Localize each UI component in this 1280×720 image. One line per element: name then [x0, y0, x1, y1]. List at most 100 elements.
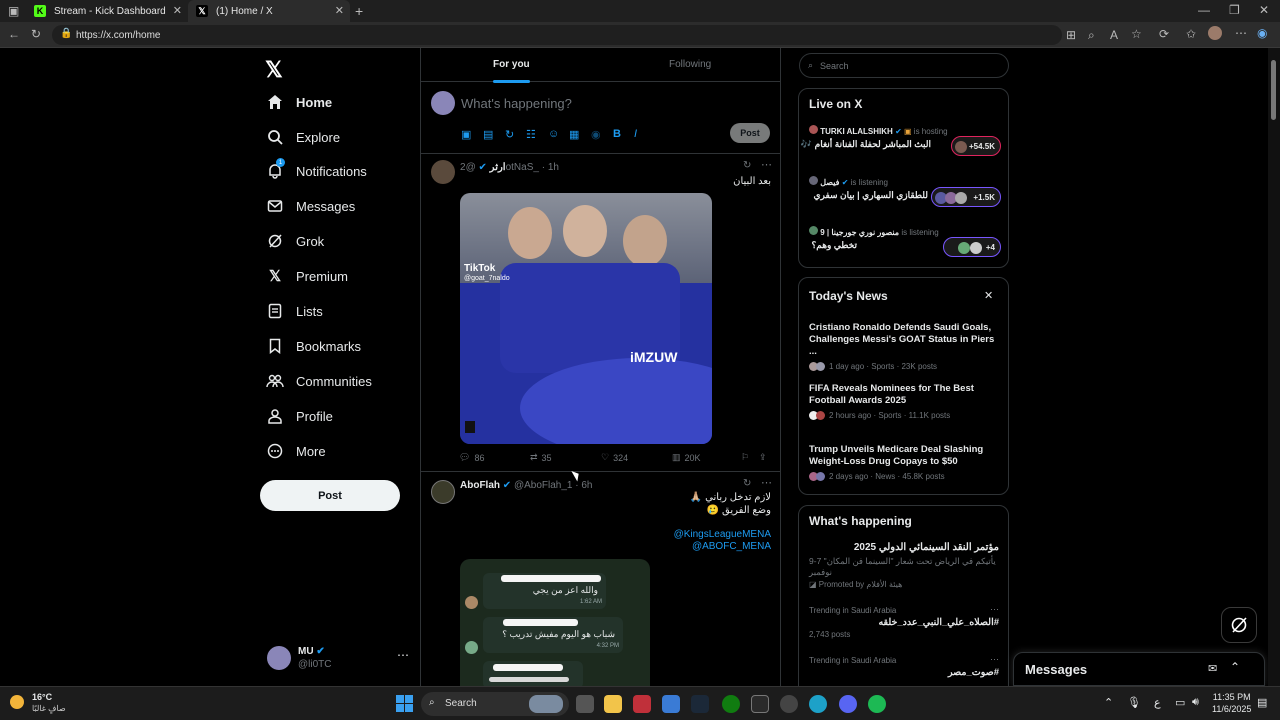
grok-floating-button[interactable] — [1221, 607, 1257, 643]
clock[interactable]: 11:35 PM 11/6/2025 — [1212, 691, 1251, 715]
nav-item-messages[interactable]: Messages — [266, 193, 355, 219]
account-more-icon[interactable]: ⋯ — [397, 648, 409, 662]
like-button[interactable]: ♡ 324 — [601, 452, 628, 463]
grok-icon[interactable]: ↻ — [743, 160, 751, 171]
volume-icon[interactable]: 🔊︎ — [1192, 696, 1199, 709]
trend-item[interactable]: Trending in Saudi Arabia ⋯ #صوت_مصر — [809, 654, 999, 678]
scrollbar-thumb[interactable] — [1271, 60, 1276, 120]
close-icon[interactable]: ✕ — [984, 289, 993, 302]
network-icon[interactable]: ▭ — [1175, 696, 1185, 709]
favorites-icon[interactable]: ✩ — [1186, 27, 1196, 41]
close-tab-icon[interactable]: ✕ — [173, 4, 182, 17]
live-space[interactable]: منصور نوري جورجينا | 9 is listening تخطي… — [809, 226, 1001, 264]
live-space[interactable]: TURKI ALALSHIKH ✔ ▣ is hosting البث المب… — [801, 125, 1001, 163]
trend-item[interactable]: Trending in Saudi Arabia ⋯ #الصلاه_علي_ا… — [809, 604, 999, 639]
back-icon[interactable]: ← — [8, 27, 20, 41]
edge-icon[interactable] — [809, 695, 827, 713]
task-view-icon[interactable] — [576, 695, 594, 713]
tweet-author-name[interactable]: AboFlah — [460, 480, 500, 491]
trend-more-icon[interactable]: ⋯ — [990, 604, 999, 615]
profile-avatar[interactable] — [1208, 26, 1222, 40]
scrollbar[interactable] — [1268, 48, 1280, 686]
discord-icon[interactable] — [839, 695, 857, 713]
nav-item-grok[interactable]: Grok — [266, 228, 324, 254]
extensions-icon[interactable]: ⊞ — [1066, 28, 1076, 42]
site-info-icon[interactable]: 🔒 — [60, 28, 72, 39]
news-item[interactable]: FIFA Reveals Nominees for The Best Footb… — [809, 383, 999, 420]
refresh-icon[interactable]: ↻ — [31, 27, 41, 41]
app-icon[interactable] — [633, 695, 651, 713]
nav-item-more[interactable]: More — [266, 438, 326, 464]
nav-item-notifications[interactable]: 1 Notifications — [266, 158, 367, 184]
emoji-icon[interactable]: ☺ — [548, 128, 559, 140]
browser-tab-x[interactable]: 𝕏 (1) Home / X ✕ — [188, 0, 350, 22]
xbox-icon[interactable] — [722, 695, 740, 713]
nav-item-explore[interactable]: Explore — [266, 124, 340, 150]
steam-icon[interactable] — [691, 695, 709, 713]
tweet-video[interactable]: TikTok @goat_7naldo iMZUW — [460, 193, 712, 444]
tweet-more-icon[interactable]: ⋯ — [761, 476, 772, 489]
copilot-icon[interactable]: ◉ — [1257, 26, 1267, 40]
italic-icon[interactable]: I — [634, 128, 637, 140]
close-tab-icon[interactable]: ✕ — [335, 4, 344, 17]
x-logo-icon[interactable]: 𝕏 — [265, 57, 283, 83]
messages-drawer[interactable]: Messages ✉ ⌃ — [1013, 652, 1265, 686]
tweet-handle[interactable]: @AboFlah_1 — [514, 480, 573, 491]
post-button[interactable]: Post — [260, 480, 400, 511]
tweet-more-icon[interactable]: ⋯ — [761, 158, 772, 171]
file-explorer-icon[interactable] — [604, 695, 622, 713]
microphone-icon[interactable]: 🎙︎ — [1127, 696, 1141, 709]
schedule-icon[interactable]: ▦ — [569, 128, 579, 141]
account-switcher[interactable]: MU ✔ @li0TC ⋯ — [267, 644, 412, 674]
new-tab-icon[interactable]: + — [355, 3, 363, 19]
share-button[interactable]: ⇪ — [759, 452, 767, 463]
url-field[interactable]: 🔒 https://x.com/home — [52, 25, 1062, 45]
nav-item-home[interactable]: Home — [266, 89, 332, 115]
nav-item-profile[interactable]: Profile — [266, 403, 333, 429]
reply-button[interactable]: 💬︎ 86 — [459, 452, 484, 463]
taskbar-search[interactable]: ⌕ Search — [421, 692, 569, 716]
tweet-time[interactable]: 6h — [581, 480, 592, 491]
spotify-icon[interactable] — [868, 695, 886, 713]
sync-icon[interactable]: ⟳ — [1159, 27, 1169, 41]
nav-item-communities[interactable]: Communities — [266, 368, 372, 394]
tab-following[interactable]: Following — [669, 59, 711, 70]
poll-icon[interactable]: ☷ — [526, 128, 536, 141]
nav-item-premium[interactable]: 𝕏 Premium — [266, 263, 348, 289]
tray-overflow-icon[interactable]: ⌃ — [1104, 696, 1113, 709]
nav-item-lists[interactable]: Lists — [266, 298, 323, 324]
tweet-image[interactable]: والله اعز من يجي 1:62 AM شباب هو اليوم م… — [460, 559, 650, 686]
gif-icon[interactable]: ▤ — [483, 128, 493, 141]
bold-icon[interactable]: B — [613, 128, 621, 140]
favorite-star-icon[interactable]: ☆ — [1131, 27, 1142, 41]
news-item[interactable]: Trump Unveils Medicare Deal Slashing Wei… — [809, 444, 999, 481]
grok-icon[interactable]: ↻ — [743, 478, 751, 489]
browser-tab-kick[interactable]: K Stream - Kick Dashboard ✕ — [26, 0, 188, 22]
tweet-time[interactable]: 1h — [548, 162, 559, 173]
new-message-icon[interactable]: ✉ — [1208, 662, 1217, 675]
promoted-trend[interactable]: مؤتمر النقد السينمائي الدولي 2025 يأتيكم… — [809, 542, 999, 589]
tab-for-you[interactable]: For you — [493, 59, 530, 83]
minimize-icon[interactable]: — — [1198, 3, 1210, 17]
grok-icon[interactable]: ↻ — [505, 128, 514, 141]
live-space[interactable]: فيصل ✔ is listening للطقازي السهاري | بي… — [809, 176, 1001, 214]
tweet[interactable]: AboFlah ✔ @AboFlah_1 · 6h ↻ ⋯ لازم تدخل … — [421, 472, 781, 686]
start-button[interactable] — [396, 695, 413, 712]
notification-center-icon[interactable]: ▤ — [1257, 696, 1267, 709]
store-icon[interactable] — [662, 695, 680, 713]
repost-button[interactable]: ⇄ 35 — [530, 452, 552, 463]
settings-more-icon[interactable]: ⋯ — [1235, 26, 1247, 40]
nav-item-bookmarks[interactable]: Bookmarks — [266, 333, 361, 359]
close-window-icon[interactable]: ✕ — [1259, 3, 1269, 17]
trend-more-icon[interactable]: ⋯ — [990, 654, 999, 665]
language-indicator[interactable]: ع — [1154, 696, 1161, 709]
mention-link[interactable]: @KingsLeagueMENA — [674, 529, 771, 540]
tweet-author-name[interactable]: ارثر — [490, 162, 506, 173]
news-item[interactable]: Cristiano Ronaldo Defends Saudi Goals, C… — [809, 322, 999, 371]
epic-games-icon[interactable] — [751, 695, 769, 713]
app-icon[interactable] — [780, 695, 798, 713]
tweet[interactable]: ارثر ✔ @2otNaS_ · 1h ↻ ⋯ بعد البيان TikT… — [421, 154, 781, 472]
location-icon[interactable]: ◉ — [591, 128, 601, 141]
compose-post-button[interactable]: Post — [730, 123, 770, 143]
bookmark-button[interactable]: ⚐ — [741, 452, 749, 463]
